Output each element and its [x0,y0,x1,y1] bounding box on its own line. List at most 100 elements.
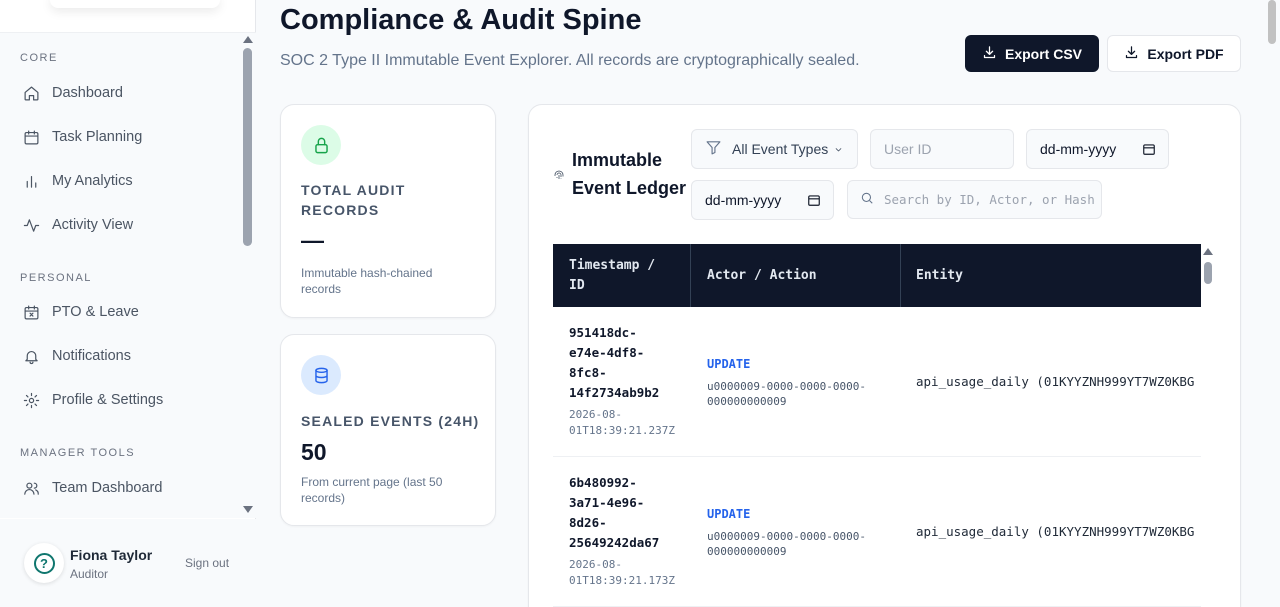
event-type-select[interactable]: All Event Types [691,129,858,169]
sidebar-item-label: Team Dashboard [52,480,163,496]
event-actor-line: u0000009-0000-0000-0000- [707,530,866,543]
sidebar-item-label: Notifications [52,348,131,364]
search-icon [860,191,874,208]
fingerprint-icon [553,168,565,180]
bar-chart-icon [22,172,40,190]
bell-icon [22,347,40,365]
event-timestamp-line: 01T18:39:21.237Z [569,424,675,437]
filter-icon [705,139,722,159]
event-id: 951418dc- e74e-4df8- 8fc8- 14f2734ab9b2 [569,323,659,403]
sidebar-item-pto-leave[interactable]: PTO & Leave [22,298,139,326]
event-actor: u0000009-0000-0000-0000- 000000000009 [707,529,866,559]
event-id-line: 3a71-4e96- [569,495,645,510]
section-personal: PERSONAL [20,272,92,284]
ledger-title-line: Immutable [572,150,663,170]
total-audit-records-card: TOTAL AUDIT RECORDS — Immutable hash-cha… [280,104,496,318]
column-header-timestamp[interactable]: Timestamp / ID [553,244,691,307]
window-scrollbar-thumb[interactable] [1268,0,1276,44]
event-actor-line: 000000000009 [707,395,787,408]
event-action: UPDATE [707,357,751,371]
sidebar-item-notifications[interactable]: Notifications [22,342,131,370]
event-id-line: 951418dc- [569,325,637,340]
stat-description: Immutable hash-chained records [301,265,432,297]
sidebar-logo-area [50,0,220,8]
sidebar-item-label: My Analytics [52,173,133,189]
event-timestamp-line: 2026-08- [569,408,622,421]
event-entity: api_usage_daily (01KYYZNH999YT7WZ0KBG [916,524,1195,539]
stat-value: 50 [301,439,327,465]
date-to-value: dd-mm-yyyy [705,192,782,208]
stat-desc-line: From current page (last 50 [301,475,443,489]
sidebar-item-team-dashboard[interactable]: Team Dashboard [22,474,162,502]
download-icon [1124,45,1139,63]
date-to-input[interactable]: dd-mm-yyyy [691,180,834,220]
ledger-title-line: Event Ledger [572,178,687,198]
download-icon [982,45,997,63]
sidebar-scrollbar-thumb[interactable] [243,48,252,246]
export-csv-label: Export CSV [1004,45,1082,62]
sealed-events-card: SEALED EVENTS (24H) 50 From current page… [280,334,496,526]
event-ledger-table: Timestamp / ID Actor / Action Entity 951… [553,244,1201,607]
sidebar-item-dashboard[interactable]: Dashboard [22,79,123,107]
event-id-line: 25649242da67 [569,535,660,550]
event-actor-line: 000000000009 [707,545,787,558]
sidebar-scroll-up-arrow[interactable] [243,36,253,43]
gear-icon [22,391,40,409]
user-role: Auditor [70,567,109,581]
calendar-icon [22,128,40,146]
export-pdf-button[interactable]: Export PDF [1107,35,1241,72]
stat-label-line: TOTAL AUDIT [301,182,406,198]
stat-label: SEALED EVENTS (24H) [301,413,480,429]
stat-desc-line: Immutable hash-chained [301,266,433,280]
column-header-actor-action[interactable]: Actor / Action [691,244,901,307]
table-scrollbar-thumb[interactable] [1204,262,1212,284]
event-id-line: 8d26- [569,515,607,530]
event-actor: u0000009-0000-0000-0000- 000000000009 [707,379,866,409]
sidebar-item-label: Dashboard [52,85,123,101]
search-input[interactable]: Search by ID, Actor, or Hash [847,180,1102,219]
stat-label-line: RECORDS [301,202,380,218]
sidebar-item-profile-settings[interactable]: Profile & Settings [22,386,163,414]
sidebar-scroll-down-arrow[interactable] [243,506,253,513]
table-row[interactable]: 6b480992- 3a71-4e96- 8d26- 25649242da67 … [553,457,1201,607]
activity-icon [22,216,40,234]
event-timestamp-line: 01T18:39:21.173Z [569,574,675,587]
sidebar-item-label: Profile & Settings [52,392,164,408]
event-id-line: 14f2734ab9b2 [569,385,660,400]
page-subtitle: SOC 2 Type II Immutable Event Explorer. … [280,52,860,69]
sidebar-item-task-planning[interactable]: Task Planning [22,123,142,151]
sidebar-item-label: Activity View [52,217,134,233]
home-icon [22,84,40,102]
user-name: Fiona Taylor [70,547,153,563]
user-id-input[interactable]: User ID [870,129,1014,169]
table-row[interactable]: 951418dc- e74e-4df8- 8fc8- 14f2734ab9b2 … [553,307,1201,457]
event-action: UPDATE [707,507,751,521]
page-title: Compliance & Audit Spine [280,4,642,36]
lock-icon [301,125,341,165]
date-from-value: dd-mm-yyyy [1040,141,1117,157]
sidebar-item-my-analytics[interactable]: My Analytics [22,167,133,195]
export-csv-button[interactable]: Export CSV [965,35,1099,72]
event-timestamp-line: 2026-08- [569,558,622,571]
calendar-icon[interactable] [1142,142,1156,156]
event-entity: api_usage_daily (01KYYZNH999YT7WZ0KBG [916,374,1195,389]
calendar-x-icon [22,303,40,321]
column-header-line: ID [569,277,585,293]
sidebar-item-activity-view[interactable]: Activity View [22,211,133,239]
date-from-input[interactable]: dd-mm-yyyy [1026,129,1169,169]
table-scroll-up-arrow[interactable] [1203,248,1213,255]
column-header-entity[interactable]: Entity [901,244,1201,307]
sidebar-item-label: PTO & Leave [52,304,139,320]
calendar-icon[interactable] [807,193,821,207]
stat-desc-line: records) [301,491,346,505]
ledger-title: Immutable Event Ledger [572,146,692,202]
avatar[interactable]: ? [24,543,64,583]
event-timestamp: 2026-08- 01T18:39:21.237Z [569,407,675,439]
stat-description: From current page (last 50 records) [301,474,442,506]
sign-out-link[interactable]: Sign out [185,556,229,570]
event-type-value: All Event Types [732,141,829,157]
stat-value: — [301,227,324,253]
event-id-line: 6b480992- [569,475,637,490]
stat-desc-line: records [301,282,342,296]
sidebar: CORE Dashboard Task Planning My Analytic… [0,0,256,607]
